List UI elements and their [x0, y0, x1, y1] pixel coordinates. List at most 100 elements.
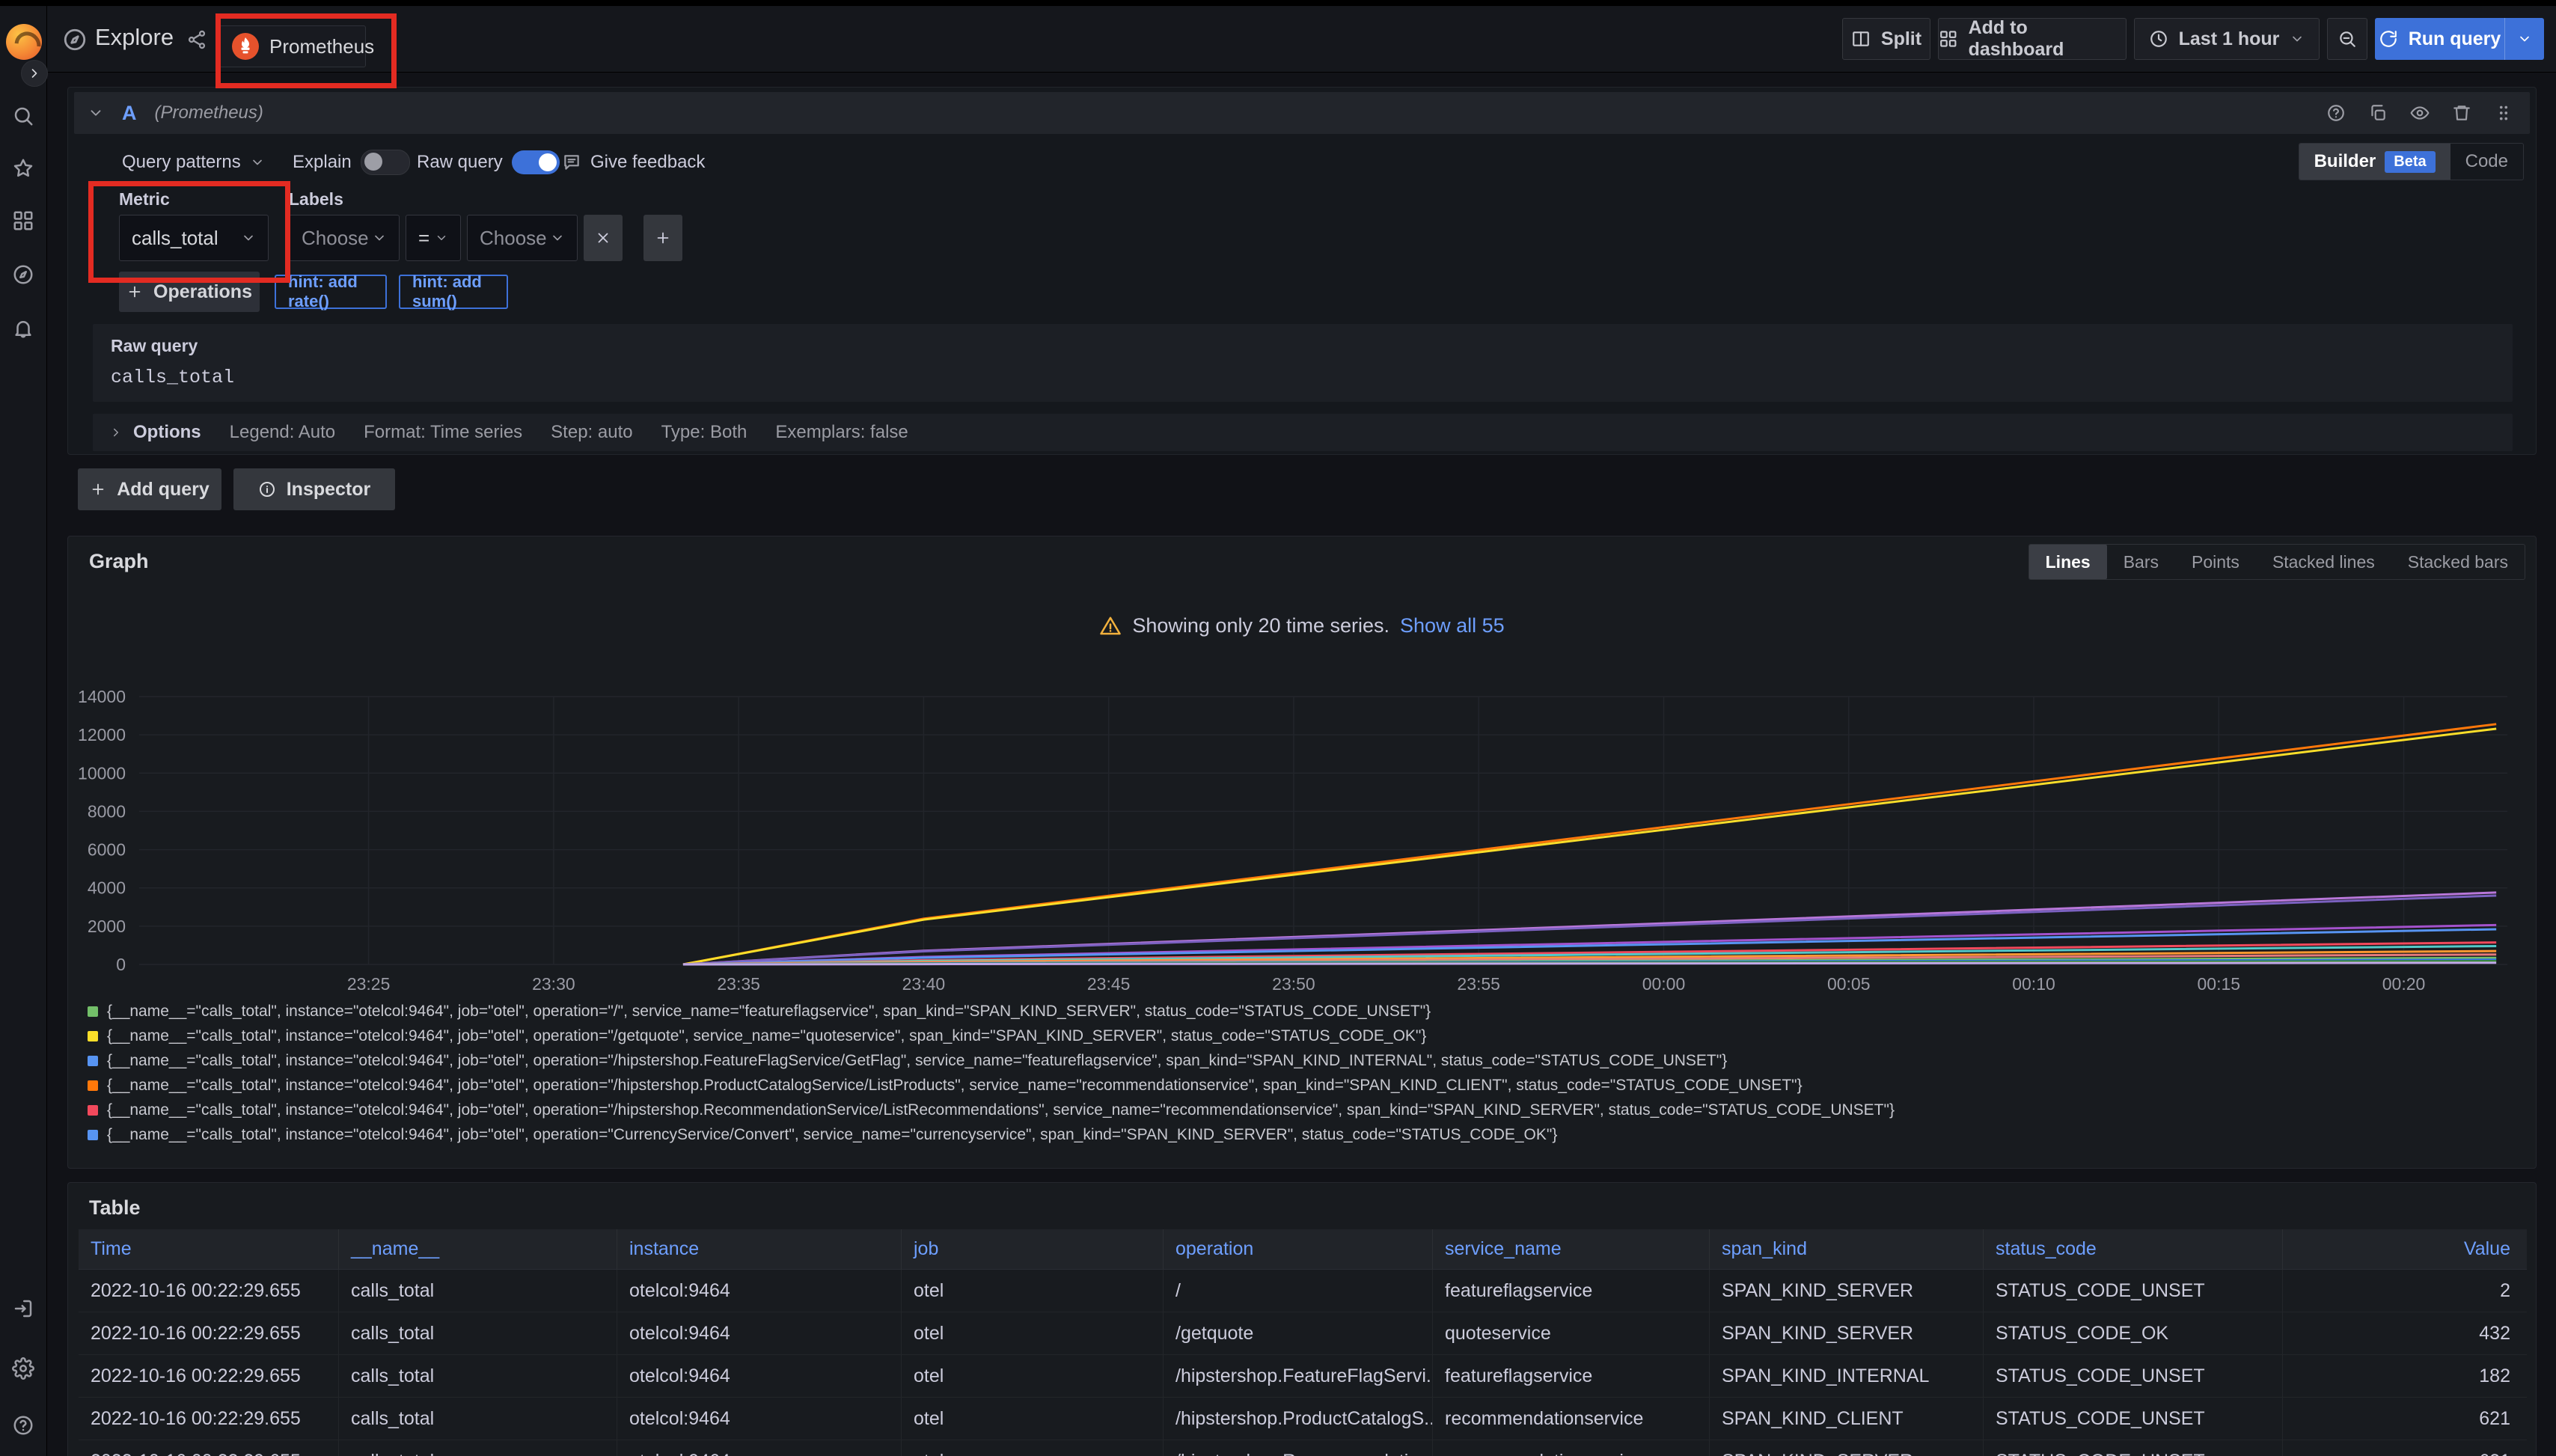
add-query-button[interactable]: Add query	[78, 468, 221, 510]
legend-label[interactable]: {__name__="calls_total", instance="otelc…	[107, 1101, 1895, 1119]
sidebar-expand-button[interactable]	[21, 60, 48, 87]
table-cell: otelcol:9464	[617, 1440, 902, 1456]
legend-label[interactable]: {__name__="calls_total", instance="otelc…	[107, 1003, 1431, 1021]
table-cell: 432	[2283, 1312, 2527, 1354]
starred-icon[interactable]	[12, 157, 34, 180]
chevron-down-icon	[550, 230, 565, 245]
table-header-spankind[interactable]: span_kind	[1710, 1229, 1984, 1269]
query-patterns-dropdown[interactable]: Query patterns	[122, 144, 265, 180]
query-editor-panel: A (Prometheus) Query patterns Explain Ra…	[67, 87, 2537, 455]
run-query-dropdown[interactable]	[2504, 18, 2544, 60]
table-header-value[interactable]: Value	[2283, 1229, 2527, 1269]
graph-panel-title: Graph	[89, 550, 149, 573]
x-axis-tick-label: 23:45	[1087, 974, 1131, 994]
hint-add-sum-button[interactable]: hint: add sum()	[399, 275, 508, 309]
graph-style-bars[interactable]: Bars	[2107, 545, 2175, 579]
hint-add-rate-button[interactable]: hint: add rate()	[275, 275, 387, 309]
disable-query-eye-icon[interactable]	[2407, 100, 2433, 126]
raw-query-preview-value: calls_total	[111, 367, 2495, 388]
metric-select[interactable]: calls_total	[119, 215, 269, 261]
options-expander[interactable]: Options	[109, 422, 201, 443]
x-axis-tick-label: 23:35	[717, 974, 760, 994]
option-summary-item: Type: Both	[661, 422, 747, 442]
zoom-out-button[interactable]	[2327, 18, 2367, 60]
search-icon[interactable]	[12, 105, 34, 127]
label-value-select[interactable]: Choose	[467, 215, 578, 261]
options-summary: Legend: AutoFormat: Time seriesStep: aut…	[230, 422, 937, 443]
legend-label[interactable]: {__name__="calls_total", instance="otelc…	[107, 1077, 1803, 1095]
graph-style-stacked-lines[interactable]: Stacked lines	[2256, 545, 2391, 579]
duplicate-query-icon[interactable]	[2365, 100, 2391, 126]
chevron-down-icon	[2290, 31, 2305, 46]
add-label-filter-button[interactable]	[643, 215, 682, 261]
table-header-servicename[interactable]: service_name	[1433, 1229, 1710, 1269]
label-operator-select[interactable]: =	[406, 215, 461, 261]
table-header-row: Time__name__instancejoboperationservice_…	[79, 1229, 2527, 1270]
table-cell: calls_total	[339, 1440, 617, 1456]
graph-style-points[interactable]: Points	[2175, 545, 2256, 579]
explain-toggle[interactable]	[361, 150, 410, 175]
query-options-row: Options Legend: AutoFormat: Time seriesS…	[93, 414, 2513, 451]
dashboards-icon[interactable]	[12, 209, 34, 232]
remove-label-filter-button[interactable]	[584, 215, 623, 261]
legend-label[interactable]: {__name__="calls_total", instance="otelc…	[107, 1052, 1727, 1070]
add-to-dashboard-button[interactable]: Add to dashboard	[1938, 18, 2127, 60]
series-limit-warning: Showing only 20 time series. Show all 55	[68, 614, 2536, 637]
chevron-down-icon	[372, 230, 387, 245]
graph-style-stacked-bars[interactable]: Stacked bars	[2391, 545, 2525, 579]
sign-in-icon[interactable]	[12, 1297, 34, 1320]
series-line	[683, 729, 2496, 964]
alerting-bell-icon[interactable]	[12, 317, 34, 340]
legend-label[interactable]: {__name__="calls_total", instance="otelc…	[107, 1126, 1557, 1144]
give-feedback-link[interactable]: Give feedback	[562, 144, 705, 180]
explore-icon[interactable]	[12, 263, 34, 286]
x-axis-tick-label: 00:15	[2197, 974, 2240, 994]
help-icon[interactable]	[12, 1414, 34, 1437]
operations-button[interactable]: Operations	[119, 272, 260, 312]
y-axis-tick-label: 0	[116, 955, 126, 974]
grafana-logo[interactable]	[6, 24, 42, 60]
table-cell: SPAN_KIND_INTERNAL	[1710, 1355, 1984, 1397]
table-cell: otelcol:9464	[617, 1398, 902, 1440]
table-row: 2022-10-16 00:22:29.655calls_totalotelco…	[79, 1270, 2527, 1312]
table-header-statuscode[interactable]: status_code	[1984, 1229, 2283, 1269]
query-help-icon[interactable]	[2323, 100, 2349, 126]
y-axis-tick-label: 4000	[88, 878, 126, 898]
graph-style-lines[interactable]: Lines	[2029, 545, 2107, 579]
x-axis-tick-label: 00:00	[1642, 974, 1686, 994]
run-query-button[interactable]: Run query	[2375, 18, 2544, 60]
query-ref-id: A	[122, 102, 137, 125]
table-header-name[interactable]: __name__	[339, 1229, 617, 1269]
labels-label: Labels	[289, 189, 343, 209]
chevron-down-icon	[435, 231, 448, 245]
datasource-picker[interactable]: Prometheus	[219, 25, 366, 67]
delete-query-trash-icon[interactable]	[2449, 100, 2474, 126]
time-range-picker[interactable]: Last 1 hour	[2134, 18, 2320, 60]
table-cell: calls_total	[339, 1398, 617, 1440]
split-button[interactable]: Split	[1842, 18, 1930, 60]
raw-query-toggle-group: Raw query	[417, 144, 560, 180]
time-series-plot[interactable]: 0200040006000800010000120001400023:2523:…	[68, 658, 2537, 1009]
x-axis-tick-label: 23:55	[1457, 974, 1500, 994]
drag-handle-icon[interactable]	[2491, 100, 2516, 126]
show-all-series-link[interactable]: Show all 55	[1400, 614, 1505, 637]
settings-gear-icon[interactable]	[12, 1357, 34, 1380]
table-cell: SPAN_KIND_CLIENT	[1710, 1398, 1984, 1440]
collapse-chevron-icon[interactable]	[88, 105, 104, 121]
table-header-operation[interactable]: operation	[1164, 1229, 1433, 1269]
query-row-header[interactable]: A (Prometheus)	[74, 92, 2530, 134]
beta-badge: Beta	[2385, 151, 2435, 173]
table-header-instance[interactable]: instance	[617, 1229, 902, 1269]
builder-tab[interactable]: Builder Beta	[2299, 144, 2450, 180]
code-tab[interactable]: Code	[2450, 144, 2523, 180]
inspector-button[interactable]: Inspector	[233, 468, 395, 510]
table-header-time[interactable]: Time	[79, 1229, 339, 1269]
y-axis-tick-label: 10000	[78, 763, 126, 783]
option-summary-item: Format: Time series	[364, 422, 522, 442]
legend-item: {__name__="calls_total", instance="otelc…	[88, 1122, 2521, 1147]
share-icon[interactable]	[186, 29, 207, 50]
legend-label[interactable]: {__name__="calls_total", instance="otelc…	[107, 1027, 1426, 1045]
label-key-select[interactable]: Choose	[289, 215, 400, 261]
raw-query-toggle[interactable]	[512, 150, 560, 174]
table-header-job[interactable]: job	[902, 1229, 1164, 1269]
